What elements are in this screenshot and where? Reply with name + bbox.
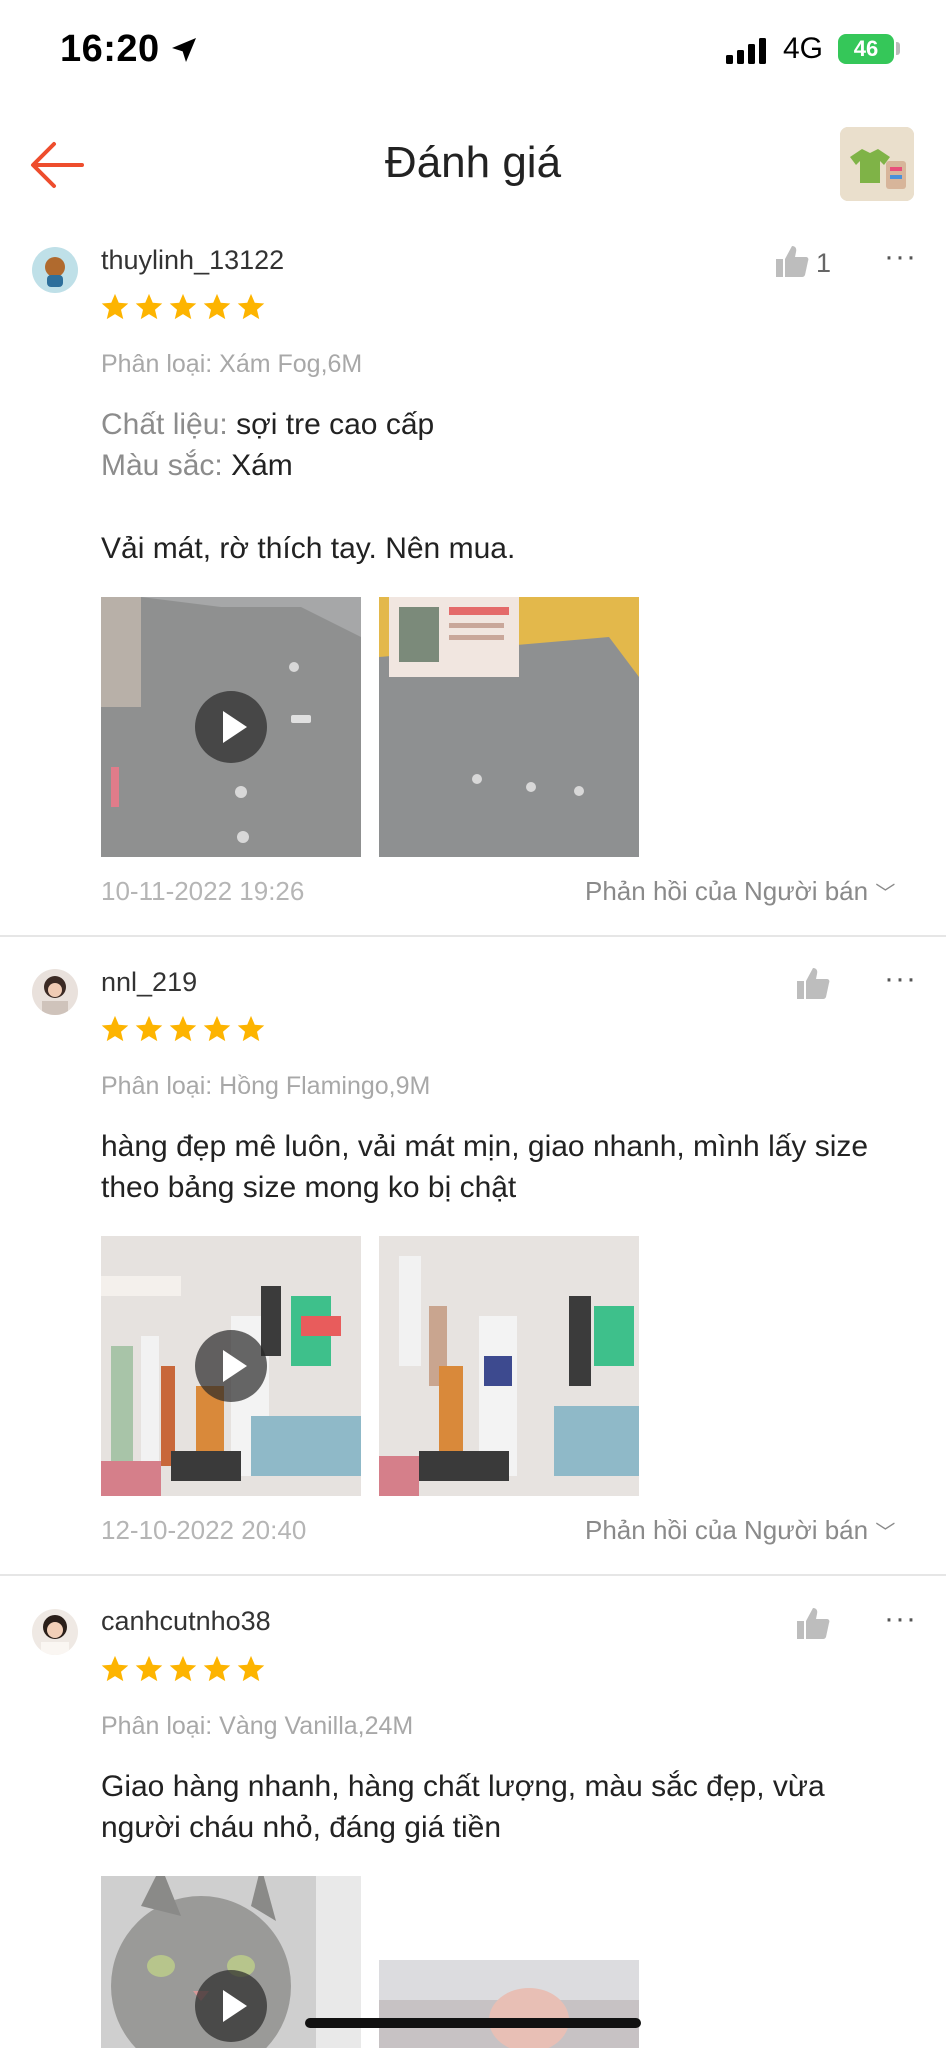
detail-value: sợi tre cao cấp [236,408,435,441]
review-username: thuylinh_13122 [101,245,285,275]
star-icon [203,293,231,320]
star-icon [203,1655,231,1682]
avatar[interactable] [32,969,78,1015]
review-image[interactable] [379,1236,639,1496]
chevron-down-icon: ﹀ [875,1522,896,1544]
review-variant: Phân loại: Vàng Vanilla,24M [101,1712,414,1740]
star-icon [135,1015,163,1042]
status-bar: 16:20 4G 46 [0,0,946,100]
star-icon [169,1015,197,1042]
review-video[interactable] [101,597,361,857]
review-username: canhcutnho38 [101,1606,271,1636]
seller-reply-label: Phản hồi của Người bán [585,1515,869,1545]
review-date: 10-11-2022 19:26 [101,876,305,906]
star-icon [101,293,129,320]
battery-level: 46 [853,36,879,61]
review-divider [0,935,946,937]
star-icon [101,1655,129,1682]
star-rating [100,1654,270,1688]
star-icon [101,1015,129,1042]
star-icon [169,293,197,320]
detail-label: Màu sắc: [101,449,223,482]
more-options-icon[interactable]: ··· [884,1602,917,1636]
detail-material: Chất liệu: sợi tre cao cấp [101,408,434,442]
review-text: hàng đẹp mê luôn, vải mát mịn, giao nhan… [101,1130,869,1204]
review-video[interactable] [101,1236,361,1496]
battery-cap [896,42,900,55]
avatar[interactable] [32,1609,78,1655]
thumbs-up-icon[interactable] [795,966,831,1000]
review-variant: Phân loại: Xám Fog,6M [101,350,363,378]
avatar[interactable] [32,247,78,293]
more-options-icon[interactable]: ··· [884,240,917,274]
star-rating [100,1014,270,1048]
review-date: 12-10-2022 20:40 [101,1515,307,1545]
star-icon [135,1655,163,1682]
star-icon [169,1655,197,1682]
star-rating [100,292,270,326]
like-count: 1 [816,248,832,278]
thumbs-up-icon[interactable] [795,1606,831,1640]
product-thumbnail[interactable] [840,127,914,201]
detail-color: Màu sắc: Xám [101,449,293,483]
play-icon[interactable] [195,691,267,763]
star-icon [237,1655,265,1682]
cellular-signal-icon [726,38,766,64]
chevron-down-icon: ﹀ [875,883,896,905]
more-options-icon[interactable]: ··· [884,962,917,996]
detail-label: Chất liệu: [101,408,228,441]
play-icon[interactable] [195,1330,267,1402]
battery-icon: 46 [838,34,894,64]
status-time: 16:20 [60,28,160,70]
network-type: 4G [783,32,824,65]
seller-reply-label: Phản hồi của Người bán [585,876,869,906]
review-divider [0,1574,946,1576]
star-icon [237,293,265,320]
star-icon [203,1015,231,1042]
star-icon [135,293,163,320]
detail-value: Xám [231,449,293,482]
review-text: Giao hàng nhanh, hàng chất lượng, màu sắ… [101,1770,825,1844]
location-arrow-icon [172,38,196,62]
seller-reply-toggle[interactable]: Phản hồi của Người bán ﹀ [585,1515,895,1546]
review-username: nnl_219 [101,967,198,997]
page-title: Đánh giá [384,138,562,187]
home-indicator[interactable] [305,2018,641,2028]
thumbs-up-icon[interactable] [774,244,810,278]
seller-reply-toggle[interactable]: Phản hồi của Người bán ﹀ [585,876,895,907]
star-icon [237,1015,265,1042]
review-text: Vải mát, rờ thích tay. Nên mua. [101,532,516,565]
review-variant: Phân loại: Hồng Flamingo,9M [101,1072,431,1100]
play-icon[interactable] [195,1970,267,2042]
review-image[interactable] [379,597,639,857]
review-image[interactable] [379,1960,639,2048]
